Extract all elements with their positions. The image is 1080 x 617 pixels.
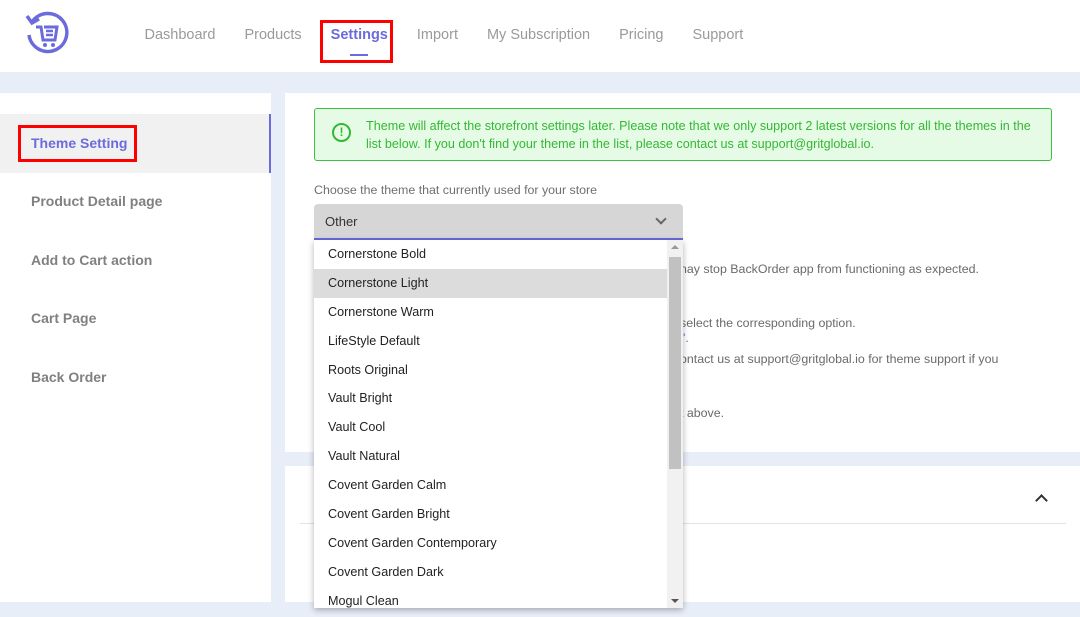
sidebar-item-product-detail-page[interactable]: Product Detail page [0,172,271,231]
instruction-text: '. [683,331,689,345]
dropdown-option[interactable]: Mogul Clean [314,587,667,608]
sidebar-item-cart-page[interactable]: Cart Page [0,289,271,348]
scroll-up-arrow-icon[interactable] [671,245,679,249]
theme-select[interactable]: Other [314,204,683,240]
alert-text: Theme will affect the storefront setting… [366,119,1031,151]
instruction-text: ontact us at support@gritglobal.io for t… [680,352,999,366]
instruction-text: select the corresponding option. [680,316,856,330]
dropdown-option[interactable]: Cornerstone Bold [314,240,667,269]
dropdown-option[interactable]: Cornerstone Light [314,268,667,298]
app-logo-icon[interactable] [24,10,70,56]
chevron-down-icon [655,213,667,225]
nav-support[interactable]: Support [678,0,758,72]
dropdown-option[interactable]: Vault Cool [314,413,667,442]
sidebar-item-back-order[interactable]: Back Order [0,348,271,407]
sidebar-item-add-to-cart-action[interactable]: Add to Cart action [0,231,271,290]
dropdown-option[interactable]: Roots Original [314,356,667,385]
nav-import[interactable]: Import [402,0,472,72]
highlight-box-theme-setting [18,125,137,162]
dropdown-option[interactable]: Vault Bright [314,384,667,413]
info-alert: ! Theme will affect the storefront setti… [314,108,1052,161]
settings-sidebar: Theme Setting Product Detail page Add to… [0,93,271,602]
nav-products[interactable]: Products [230,0,316,72]
dropdown-scrollbar[interactable] [667,240,683,608]
dropdown-option[interactable]: Covent Garden Calm [314,471,667,500]
scroll-down-arrow-icon[interactable] [671,599,679,603]
highlight-box-settings [320,20,393,63]
nav-dashboard[interactable]: Dashboard [130,0,230,72]
theme-dropdown-list: Cornerstone Bold Cornerstone Light Corne… [314,240,683,608]
instruction-text: t above. [680,406,725,420]
dropdown-option[interactable]: Cornerstone Warm [314,298,667,327]
scrollbar-thumb[interactable] [669,257,681,469]
exclamation-circle-icon: ! [332,123,351,142]
nav-my-subscription[interactable]: My Subscription [472,0,604,72]
theme-select-value: Other [325,214,358,229]
dropdown-option[interactable]: Vault Natural [314,442,667,471]
instruction-text: nay stop BackOrder app from functioning … [680,262,979,276]
top-header: Dashboard Products Settings Import My Su… [0,0,1080,72]
dropdown-option[interactable]: Covent Garden Bright [314,500,667,529]
theme-select-label: Choose the theme that currently used for… [314,183,598,197]
main-nav: Dashboard Products Settings Import My Su… [130,0,758,72]
nav-pricing[interactable]: Pricing [605,0,678,72]
dropdown-option[interactable]: Covent Garden Contemporary [314,529,667,558]
dropdown-option[interactable]: Covent Garden Dark [314,558,667,587]
chevron-up-icon[interactable] [1035,494,1048,507]
dropdown-option[interactable]: LifeStyle Default [314,327,667,356]
